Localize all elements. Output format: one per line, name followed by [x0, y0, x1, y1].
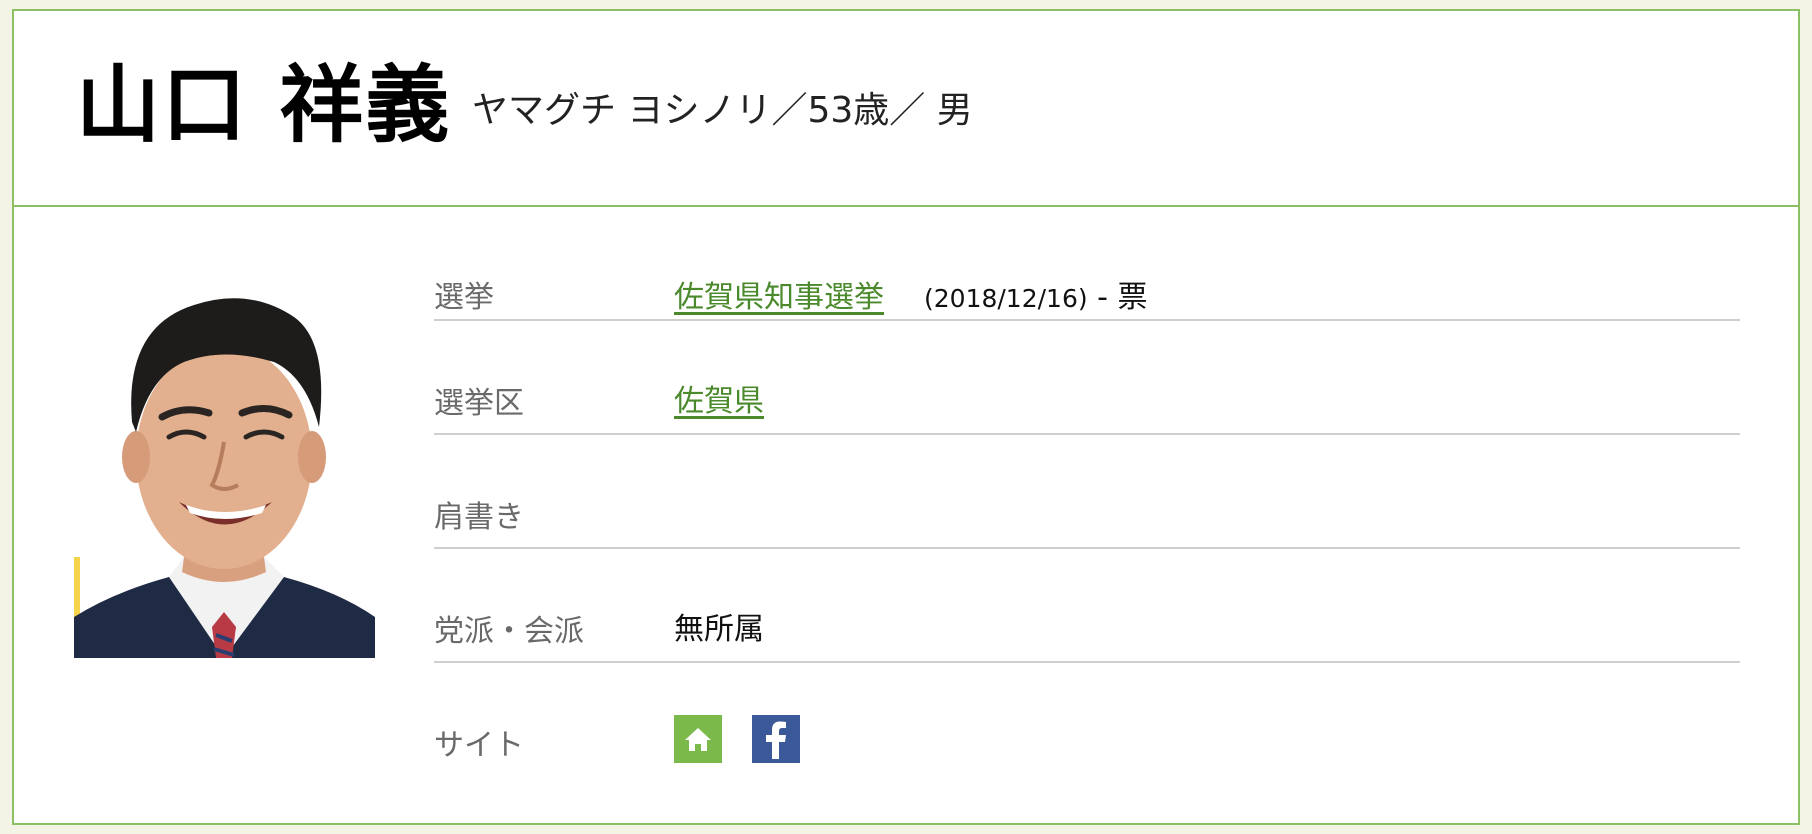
district-label: 選挙区 — [434, 386, 524, 421]
election-votes: - 票 — [1087, 280, 1148, 315]
candidate-photo — [74, 257, 375, 658]
candidate-details: 選挙 佐賀県知事選挙 (2018/12/16) - 票 選挙区 佐賀県 肩書き 党… — [434, 207, 1740, 775]
candidate-header: 山口 祥義 ヤマグチ ヨシノリ／53歳／ 男 — [14, 11, 1798, 207]
row-district: 選挙区 佐賀県 — [434, 321, 1740, 435]
site-icons — [674, 715, 800, 763]
row-election: 選挙 佐賀県知事選挙 (2018/12/16) - 票 — [434, 207, 1740, 321]
election-value: 佐賀県知事選挙 (2018/12/16) - 票 — [674, 283, 1148, 313]
home-icon[interactable] — [674, 715, 722, 763]
district-link[interactable]: 佐賀県 — [674, 384, 764, 419]
election-date: (2018/12/16) — [924, 284, 1088, 313]
candidate-name: 山口 祥義 — [76, 56, 452, 154]
candidate-card: 山口 祥義 ヤマグチ ヨシノリ／53歳／ 男 選挙 佐賀県知事選挙 (2018/… — [12, 9, 1800, 825]
row-party: 党派・会派 無所属 — [434, 549, 1740, 663]
election-link[interactable]: 佐賀県知事選挙 — [674, 280, 884, 315]
site-label: サイト — [434, 728, 524, 763]
title-label: 肩書き — [434, 500, 524, 535]
party-value: 無所属 — [674, 612, 764, 647]
candidate-info: ヤマグチ ヨシノリ／53歳／ 男 — [472, 90, 973, 131]
row-site: サイト — [434, 663, 1740, 775]
facebook-icon[interactable] — [752, 715, 800, 763]
district-value: 佐賀県 — [674, 387, 764, 417]
candidate-body: 選挙 佐賀県知事選挙 (2018/12/16) - 票 選挙区 佐賀県 肩書き 党… — [14, 207, 1798, 825]
party-label: 党派・会派 — [434, 614, 584, 649]
row-title: 肩書き — [434, 435, 1740, 549]
election-label: 選挙 — [434, 280, 494, 315]
